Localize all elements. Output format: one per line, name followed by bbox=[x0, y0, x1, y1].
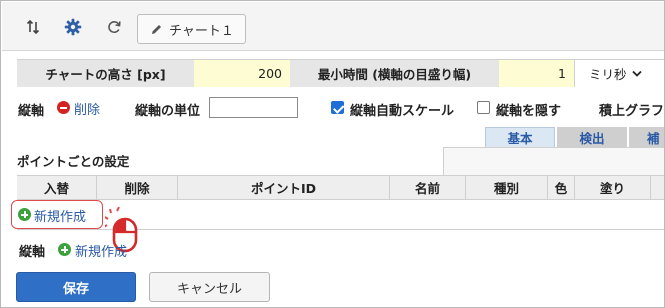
chart-tab-label: チャート１ bbox=[169, 23, 234, 39]
chart-tab[interactable]: チャート１ bbox=[137, 14, 246, 44]
sort-arrows-icon[interactable] bbox=[22, 16, 44, 38]
chart-settings-panel: チャート１ チャートの高さ [px] 200 最小時間 (横軸の目盛り幅) 1 … bbox=[0, 0, 665, 308]
toolbar: チャート１ bbox=[2, 2, 664, 51]
chevron-down-icon bbox=[631, 70, 642, 77]
column-header-color: 色 bbox=[548, 176, 575, 199]
hide-axis-checkbox[interactable] bbox=[477, 101, 490, 114]
height-field[interactable]: 200 bbox=[194, 60, 290, 87]
axis-new-link[interactable]: 新規作成 bbox=[75, 241, 127, 260]
axis-new-label: 縦軸 bbox=[19, 245, 46, 260]
min-time-label: 最小時間 (横軸の目盛り幅) bbox=[290, 60, 499, 87]
tab-basic[interactable]: 基本 bbox=[485, 127, 555, 147]
time-unit-value: ミリ秒 bbox=[589, 67, 627, 82]
tab-detection[interactable]: 検出 bbox=[557, 127, 627, 147]
stack-graph-label: 積上グラフ bbox=[599, 104, 665, 119]
new-point-label: 新規作成 bbox=[34, 210, 87, 225]
hide-axis-label: 縦軸を隠す bbox=[496, 104, 562, 119]
refresh-icon[interactable] bbox=[103, 16, 125, 38]
save-button[interactable]: 保存 bbox=[16, 272, 136, 302]
auto-scale-label: 縦軸自動スケール bbox=[350, 104, 455, 119]
axis-new-plus-icon[interactable] bbox=[58, 243, 71, 256]
tab-extra[interactable]: 補 bbox=[629, 127, 664, 147]
new-point-button[interactable]: 新規作成 bbox=[11, 200, 103, 229]
points-header-panel bbox=[443, 147, 664, 175]
column-header-type: 種別 bbox=[466, 176, 548, 199]
column-header-point-id: ポイントID bbox=[178, 176, 390, 199]
points-section-title: ポイントごとの設定 bbox=[17, 154, 130, 169]
axis-label: 縦軸 bbox=[18, 104, 45, 119]
plus-icon bbox=[18, 208, 31, 221]
axis-unit-input[interactable] bbox=[209, 97, 298, 118]
column-header-swap: 入替 bbox=[17, 176, 97, 199]
column-header-delete: 削除 bbox=[97, 176, 178, 199]
auto-scale-checkbox[interactable] bbox=[331, 101, 344, 114]
min-time-field[interactable]: 1 bbox=[499, 60, 574, 87]
column-header-fill: 塗り bbox=[575, 176, 651, 199]
pencil-icon bbox=[152, 24, 161, 34]
gear-icon[interactable] bbox=[62, 16, 84, 38]
axis-unit-label: 縦軸の単位 bbox=[135, 104, 201, 119]
axis-delete-link[interactable]: 削除 bbox=[74, 99, 100, 118]
height-label: チャートの高さ [px] bbox=[17, 60, 194, 87]
time-unit-select[interactable]: ミリ秒 bbox=[574, 60, 664, 87]
chart-settings-row: チャートの高さ [px] 200 最小時間 (横軸の目盛り幅) 1 ミリ秒 bbox=[17, 59, 664, 87]
delete-icon[interactable] bbox=[57, 101, 70, 114]
axis-row: 縦軸 削除 縦軸の単位 縦軸自動スケール 縦軸を隠す 積上グラフ bbox=[1, 95, 665, 123]
cancel-button[interactable]: キャンセル bbox=[149, 272, 270, 302]
column-header-name: 名前 bbox=[390, 176, 466, 199]
points-table-header: 入替 削除 ポイントID 名前 種別 色 塗り bbox=[17, 175, 664, 200]
